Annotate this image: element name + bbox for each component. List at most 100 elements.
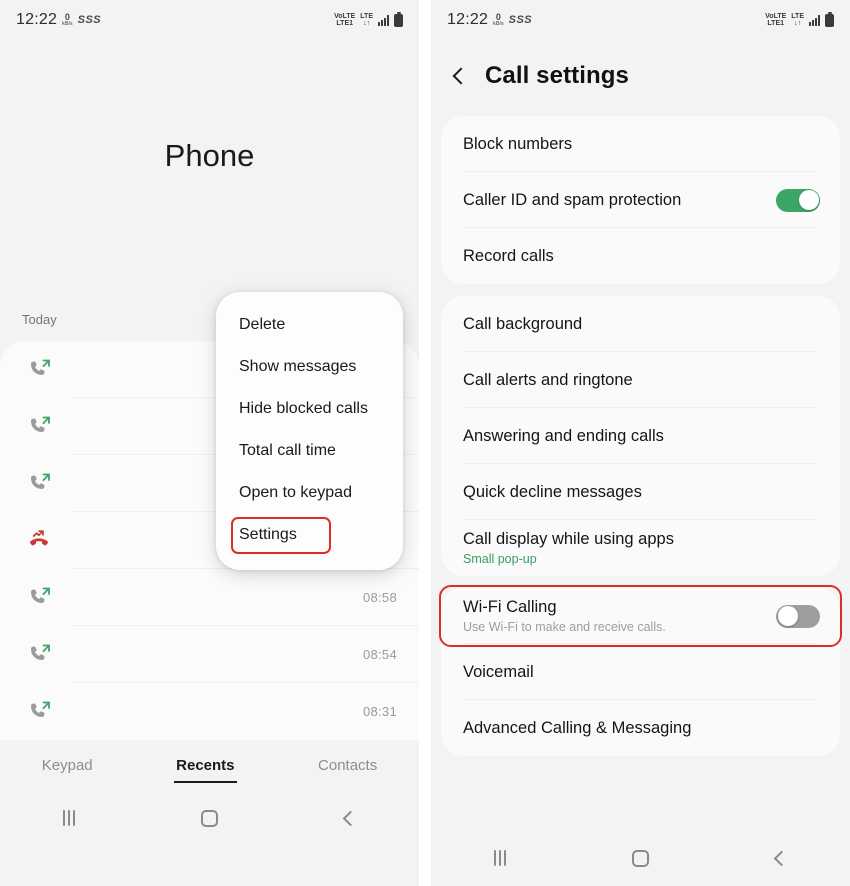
recent-apps-icon[interactable]: [63, 810, 76, 826]
lte-data-icon: LTE ↓↑: [360, 13, 373, 28]
data-rate-unit: kB/s: [493, 21, 504, 27]
settings-group-2: Call background Call alerts and ringtone…: [441, 296, 840, 576]
menu-item-delete[interactable]: Delete: [216, 304, 403, 346]
setting-label: Quick decline messages: [463, 482, 642, 501]
outgoing-call-icon: [22, 695, 56, 729]
lte-arrows: ↓↑: [363, 20, 371, 27]
setting-label: Call alerts and ringtone: [463, 370, 633, 389]
lte-label: LTE: [791, 12, 804, 20]
caller-id-toggle[interactable]: [776, 188, 820, 212]
settings-group-1: Block numbers Caller ID and spam protect…: [441, 116, 840, 284]
android-nav-bar-left: [0, 790, 419, 846]
status-time: 12:22: [447, 11, 489, 28]
overflow-menu: Delete Show messages Hide blocked calls …: [216, 292, 403, 570]
list-item[interactable]: 08:31: [0, 683, 419, 740]
outgoing-call-icon: [22, 638, 56, 672]
setting-quick-decline-messages[interactable]: Quick decline messages: [441, 464, 840, 520]
setting-block-numbers[interactable]: Block numbers: [441, 116, 840, 172]
setting-call-display-while-using-apps[interactable]: Call display while using apps Small pop-…: [441, 520, 840, 576]
menu-item-open-to-keypad[interactable]: Open to keypad: [216, 472, 403, 514]
setting-label: Answering and ending calls: [463, 426, 664, 445]
lte-label: LTE: [360, 12, 373, 20]
status-time: 12:22: [16, 11, 58, 28]
setting-voicemail[interactable]: Voicemail: [441, 644, 840, 700]
setting-label: Wi-Fi Calling: [463, 598, 557, 616]
volte-label-top: VoLTE: [765, 12, 787, 20]
outgoing-call-icon: [22, 353, 56, 387]
recent-apps-icon[interactable]: [494, 850, 507, 866]
missed-call-icon: [22, 524, 56, 558]
back-icon[interactable]: [342, 810, 359, 826]
call-settings-panel: 12:22 0 kB/s SSS VoLTE LTE1 LTE ↓↑ Call …: [431, 0, 850, 886]
back-chevron-icon[interactable]: [452, 67, 470, 85]
outgoing-call-icon: [22, 467, 56, 501]
setting-label: Record calls: [463, 246, 554, 265]
menu-item-hide-blocked-calls[interactable]: Hide blocked calls: [216, 388, 403, 430]
outgoing-call-icon: [22, 581, 56, 615]
data-rate-indicator: 0 kB/s: [493, 13, 504, 27]
list-item[interactable]: 08:54: [0, 626, 419, 683]
menu-item-show-messages[interactable]: Show messages: [216, 346, 403, 388]
status-bar-left-cluster: 12:22 0 kB/s SSS: [447, 11, 532, 29]
lte-data-icon: LTE ↓↑: [791, 13, 804, 28]
signal-bars-icon: [378, 14, 389, 26]
android-nav-bar-right: [431, 830, 850, 886]
status-bar-left-cluster: 12:22 0 kB/s SSS: [16, 11, 101, 29]
screenshot-root: 12:22 0 kB/s SSS VoLTE LTE1 LTE ↓↑ Phone…: [0, 0, 850, 886]
volte-label-bottom: LTE1: [767, 20, 785, 27]
call-time: 08:58: [362, 590, 397, 605]
network-badge-icon: SSS: [508, 14, 533, 26]
menu-item-settings-label: Settings: [239, 526, 297, 543]
page-title: Phone: [164, 138, 255, 173]
volte-icon: VoLTE LTE1: [334, 13, 355, 28]
setting-label: Caller ID and spam protection: [463, 190, 682, 209]
status-bar-right: 12:22 0 kB/s SSS VoLTE LTE1 LTE ↓↑: [431, 0, 850, 40]
lte-arrows: ↓↑: [794, 20, 802, 27]
battery-icon: [394, 11, 403, 27]
panel-divider: [419, 0, 431, 886]
volte-label-top: VoLTE: [334, 12, 356, 20]
tab-keypad[interactable]: Keypad: [40, 753, 95, 778]
setting-label: Advanced Calling & Messaging: [463, 718, 692, 737]
setting-call-background[interactable]: Call background: [441, 296, 840, 352]
settings-header: Call settings: [431, 40, 850, 116]
setting-record-calls[interactable]: Record calls: [441, 228, 840, 284]
home-icon[interactable]: [201, 809, 219, 827]
call-time: 08:31: [362, 704, 397, 719]
phone-app-panel: 12:22 0 kB/s SSS VoLTE LTE1 LTE ↓↑ Phone…: [0, 0, 419, 886]
volte-label-bottom: LTE1: [336, 20, 354, 27]
setting-label: Call background: [463, 314, 583, 333]
setting-call-alerts-ringtone[interactable]: Call alerts and ringtone: [441, 352, 840, 408]
setting-caller-id-spam-protection[interactable]: Caller ID and spam protection: [441, 172, 840, 228]
data-rate-indicator: 0 kB/s: [62, 13, 73, 27]
setting-wifi-calling[interactable]: Wi-Fi Calling Use Wi-Fi to make and rece…: [441, 588, 840, 644]
menu-item-total-call-time[interactable]: Total call time: [216, 430, 403, 472]
bottom-tab-bar: Keypad Recents Contacts: [0, 740, 419, 790]
setting-description: Use Wi-Fi to make and receive calls.: [463, 620, 666, 634]
setting-label: Block numbers: [463, 134, 573, 153]
page-title: Call settings: [485, 62, 629, 89]
setting-label: Call display while using apps: [463, 530, 674, 548]
setting-advanced-calling-messaging[interactable]: Advanced Calling & Messaging: [441, 700, 840, 756]
status-bar-left: 12:22 0 kB/s SSS VoLTE LTE1 LTE ↓↑: [0, 0, 419, 40]
outgoing-call-icon: [22, 410, 56, 444]
tab-recents[interactable]: Recents: [174, 753, 237, 783]
tab-contacts[interactable]: Contacts: [316, 753, 379, 778]
call-time: 08:54: [362, 647, 397, 662]
signal-bars-icon: [809, 14, 820, 26]
menu-item-settings[interactable]: Settings: [216, 514, 403, 556]
data-rate-unit: kB/s: [62, 21, 73, 27]
back-icon[interactable]: [773, 850, 790, 866]
home-icon[interactable]: [632, 849, 650, 867]
setting-answering-ending-calls[interactable]: Answering and ending calls: [441, 408, 840, 464]
volte-icon: VoLTE LTE1: [765, 13, 786, 28]
list-item[interactable]: 08:58: [0, 569, 419, 626]
settings-group-3-wrap: Wi-Fi Calling Use Wi-Fi to make and rece…: [431, 585, 850, 756]
setting-label: Voicemail: [463, 662, 534, 681]
settings-group-3: Wi-Fi Calling Use Wi-Fi to make and rece…: [441, 588, 840, 756]
status-bar-right-cluster: VoLTE LTE1 LTE ↓↑: [765, 11, 834, 28]
status-bar-right-cluster: VoLTE LTE1 LTE ↓↑: [334, 11, 403, 28]
battery-icon: [825, 11, 834, 27]
wifi-calling-toggle[interactable]: [776, 604, 820, 628]
setting-value: Small pop-up: [463, 552, 537, 566]
